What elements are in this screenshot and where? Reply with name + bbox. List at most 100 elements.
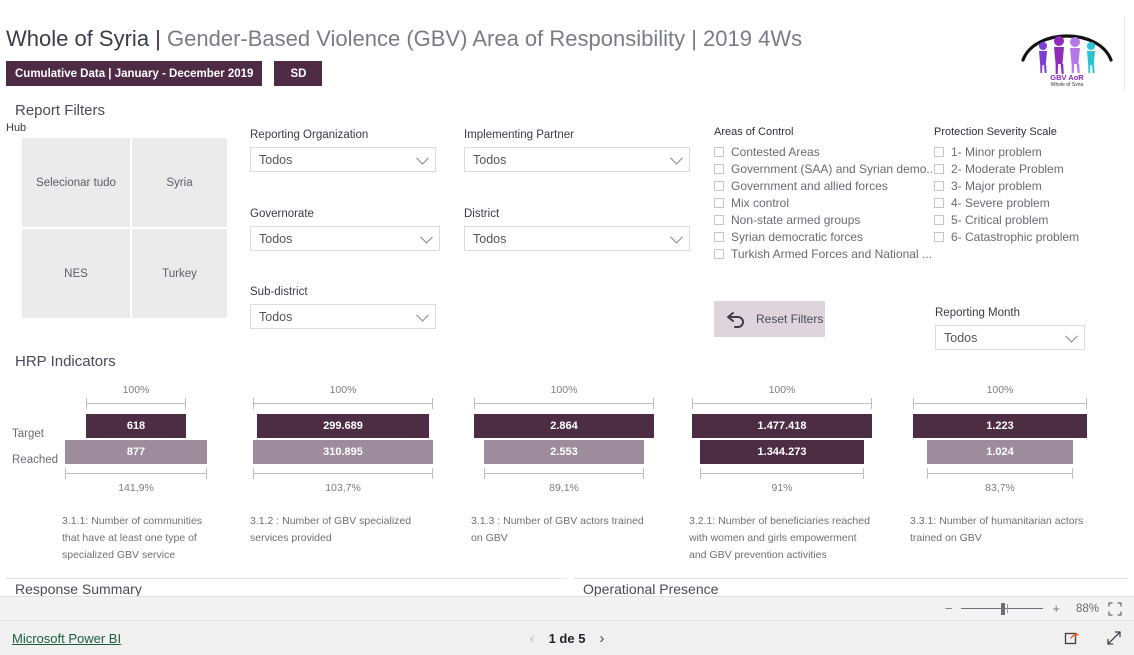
protection-severity-title: Protection Severity Scale [934, 126, 1057, 138]
checkbox-icon[interactable] [714, 197, 724, 208]
areas-of-control-title: Areas of Control [714, 126, 794, 138]
checkbox-icon[interactable] [934, 163, 944, 174]
hub-tile-nes[interactable]: NES [22, 229, 130, 318]
reporting-month-filter: Reporting Month Todos [935, 307, 1085, 350]
next-page-button[interactable]: › [599, 630, 604, 647]
district-filter: District Todos [464, 208, 690, 251]
reached-percent-label: 103,7% [325, 482, 361, 494]
target-bar: 2.864 [474, 414, 654, 438]
district-dropdown[interactable]: Todos [464, 226, 690, 251]
checkbox-icon[interactable] [714, 248, 724, 259]
option-label: Government and allied forces [731, 178, 888, 193]
protection-severity-option[interactable]: 6- Catastrophic problem [934, 228, 1079, 245]
indicator-3-1-1: 100% 618 877 141,9% 3.1.1: Number of com… [62, 384, 210, 564]
target-percent-label: 100% [122, 384, 150, 396]
chevron-down-icon [1065, 329, 1078, 343]
areas-of-control-option[interactable]: Government and allied forces [714, 177, 936, 194]
checkbox-icon[interactable] [934, 197, 944, 208]
zoom-slider[interactable] [961, 602, 1044, 615]
reporting-organization-dropdown[interactable]: Todos [250, 147, 436, 172]
reporting-month-dropdown[interactable]: Todos [935, 325, 1085, 350]
reached-axis-caliper [64, 468, 208, 479]
implementing-partner-dropdown[interactable]: Todos [464, 147, 690, 172]
hrp-indicators-title: HRP Indicators [15, 353, 116, 370]
sub-district-filter: Sub-district Todos [250, 286, 436, 329]
protection-severity-option[interactable]: 1- Minor problem [934, 143, 1079, 160]
reset-filters-label: Reset Filters [756, 312, 824, 326]
checkbox-icon[interactable] [934, 180, 944, 191]
areas-of-control-option[interactable]: Non-state armed groups [714, 211, 936, 228]
gbv-aor-logo: GBV AoR Whole of Syria [1010, 16, 1125, 90]
areas-of-control-option[interactable]: Turkish Armed Forces and National ... [714, 245, 936, 262]
reached-percent-label: 83,7% [985, 482, 1015, 494]
target-bar: 618 [85, 414, 187, 438]
areas-of-control-option[interactable]: Mix control [714, 194, 936, 211]
option-label: 5- Critical problem [951, 212, 1049, 227]
previous-page-button[interactable]: ‹ [530, 630, 535, 647]
operational-presence-panel: Operational Presence [574, 578, 1128, 596]
option-label: Syrian democratic forces [731, 229, 864, 244]
checkbox-icon[interactable] [714, 146, 724, 157]
reached-bar: 877 [64, 440, 208, 464]
fit-to-page-icon[interactable] [1108, 601, 1122, 616]
indicator-caption: 3.1.2 : Number of GBV specialized servic… [250, 515, 412, 544]
logo-title-text: GBV AoR [1050, 73, 1084, 82]
reporting-month-label: Reporting Month [935, 307, 1021, 319]
checkbox-icon[interactable] [714, 231, 724, 242]
zoom-slider-tick [1006, 603, 1008, 613]
reporting-organization-label: Reporting Organization [250, 129, 369, 141]
checkbox-icon[interactable] [714, 163, 724, 174]
protection-severity-option[interactable]: 5- Critical problem [934, 211, 1079, 228]
hub-tile-syria[interactable]: Syria [132, 138, 227, 227]
target-percent-label: 100% [329, 384, 357, 396]
page-indicator: 1 de 5 [548, 630, 586, 646]
zoom-slider-thumb[interactable] [1000, 602, 1005, 615]
hub-tile-turkey[interactable]: Turkey [132, 229, 227, 318]
reached-bar: 2.553 [484, 440, 644, 464]
option-label: 3- Major problem [951, 178, 1042, 193]
protection-severity-option[interactable]: 3- Major problem [934, 177, 1079, 194]
hub-tile-select-all[interactable]: Selecionar tudo [22, 138, 130, 227]
chevron-down-icon [416, 151, 429, 165]
chevron-down-icon [420, 230, 433, 244]
protection-severity-option[interactable]: 4- Severe problem [934, 194, 1079, 211]
chevron-down-icon [670, 151, 683, 165]
reset-filters-button[interactable]: Reset Filters [714, 301, 825, 337]
target-percent-label: 100% [768, 384, 796, 396]
page-title-separator: | [149, 26, 168, 51]
governorate-value: Todos [259, 231, 293, 246]
share-icon[interactable] [1064, 630, 1080, 646]
indicator-caption: 3.3.1: Number of humanitarian actors tra… [910, 515, 1084, 544]
areas-of-control-option[interactable]: Syrian democratic forces [714, 228, 936, 245]
checkbox-icon[interactable] [934, 214, 944, 225]
option-label: Government (SAA) and Syrian demo... [731, 161, 937, 176]
zoom-in-button[interactable]: + [1052, 602, 1060, 615]
target-bar: 1.477.418 [692, 414, 872, 438]
powerbi-footer: Microsoft Power BI ‹ 1 de 5 › [0, 621, 1134, 655]
reached-axis-caliper [253, 468, 434, 479]
protection-severity-option[interactable]: 2- Moderate Problem [934, 160, 1079, 177]
areas-of-control-option[interactable]: Contested Areas [714, 143, 936, 160]
target-axis-caliper [85, 398, 187, 409]
page-title-rest: Gender-Based Violence (GBV) Area of Resp… [167, 26, 803, 51]
page-navigation: ‹ 1 de 5 › [530, 630, 605, 647]
option-label: Contested Areas [731, 144, 820, 159]
checkbox-icon[interactable] [934, 231, 944, 242]
checkbox-icon[interactable] [714, 180, 724, 191]
logo-subtitle-text: Whole of Syria [1051, 82, 1084, 86]
zoom-out-button[interactable]: − [945, 602, 953, 615]
power-bi-brand-link[interactable]: Microsoft Power BI [12, 631, 121, 646]
sub-district-dropdown[interactable]: Todos [250, 304, 436, 329]
reached-axis-caliper [927, 468, 1073, 479]
checkbox-icon[interactable] [934, 146, 944, 157]
implementing-partner-label: Implementing Partner [464, 129, 574, 141]
operational-presence-title: Operational Presence [583, 581, 719, 596]
option-label: 1- Minor problem [951, 144, 1042, 159]
bar-group: 299.689 310.895 [250, 414, 436, 464]
areas-of-control-option[interactable]: Government (SAA) and Syrian demo... [714, 160, 936, 177]
fullscreen-icon[interactable] [1106, 630, 1122, 646]
governorate-dropdown[interactable]: Todos [250, 226, 440, 251]
checkbox-icon[interactable] [714, 214, 724, 225]
indicator-caption: 3.1.3 : Number of GBV actors trained on … [471, 515, 644, 544]
sub-district-label: Sub-district [250, 286, 308, 298]
